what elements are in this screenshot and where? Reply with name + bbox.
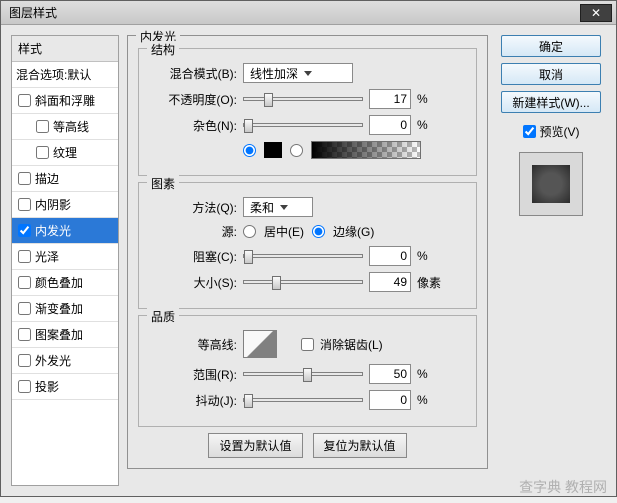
- style-label: 等高线: [53, 118, 89, 135]
- settings-panel: 内发光 结构 混合模式(B): 线性加深 不透明度(O): %: [127, 35, 488, 486]
- style-checkbox[interactable]: [18, 250, 31, 263]
- choke-slider[interactable]: [243, 254, 363, 258]
- chevron-down-icon: [304, 71, 312, 76]
- watermark: 查字典 教程网: [519, 477, 607, 497]
- gradient-swatch[interactable]: [311, 141, 421, 159]
- color-solid-radio[interactable]: [243, 144, 256, 157]
- jitter-input[interactable]: [369, 390, 411, 410]
- style-item-4[interactable]: 内阴影: [12, 192, 118, 218]
- color-swatch[interactable]: [264, 142, 282, 158]
- style-label: 内阴影: [35, 196, 71, 213]
- close-button[interactable]: ✕: [580, 4, 612, 22]
- ok-button[interactable]: 确定: [501, 35, 601, 57]
- group-quality: 品质 等高线: 消除锯齿(L) 范围(R): %: [138, 315, 477, 427]
- opacity-slider[interactable]: [243, 97, 363, 101]
- titlebar: 图层样式 ✕: [1, 1, 616, 25]
- color-gradient-radio[interactable]: [290, 144, 303, 157]
- style-item-8[interactable]: 渐变叠加: [12, 296, 118, 322]
- method-combo[interactable]: 柔和: [243, 197, 313, 217]
- group-structure: 结构 混合模式(B): 线性加深 不透明度(O): % 杂色(: [138, 48, 477, 176]
- source-edge-radio[interactable]: [312, 225, 325, 238]
- style-label: 光泽: [35, 248, 59, 265]
- noise-slider[interactable]: [243, 123, 363, 127]
- style-checkbox[interactable]: [18, 380, 31, 393]
- size-input[interactable]: [369, 272, 411, 292]
- style-item-1[interactable]: 等高线: [12, 114, 118, 140]
- style-checkbox[interactable]: [18, 94, 31, 107]
- style-label: 斜面和浮雕: [35, 92, 95, 109]
- style-item-6[interactable]: 光泽: [12, 244, 118, 270]
- jitter-slider[interactable]: [243, 398, 363, 402]
- new-style-button[interactable]: 新建样式(W)...: [501, 91, 601, 113]
- opacity-input[interactable]: [369, 89, 411, 109]
- blend-mode-label: 混合模式(B):: [149, 65, 237, 82]
- style-checkbox[interactable]: [18, 276, 31, 289]
- style-checkbox[interactable]: [18, 354, 31, 367]
- style-item-0[interactable]: 斜面和浮雕: [12, 88, 118, 114]
- layer-style-dialog: 图层样式 ✕ 样式 混合选项:默认 斜面和浮雕等高线纹理描边内阴影内发光光泽颜色…: [0, 0, 617, 497]
- contour-picker[interactable]: [243, 330, 277, 358]
- style-label: 颜色叠加: [35, 274, 83, 291]
- style-item-10[interactable]: 外发光: [12, 348, 118, 374]
- style-checkbox[interactable]: [18, 302, 31, 315]
- style-label: 纹理: [53, 144, 77, 161]
- range-slider[interactable]: [243, 372, 363, 376]
- style-label: 内发光: [35, 222, 71, 239]
- style-label: 描边: [35, 170, 59, 187]
- close-icon: ✕: [591, 6, 601, 20]
- style-checkbox[interactable]: [36, 120, 49, 133]
- group-elements: 图素 方法(Q): 柔和 源: 居中(E) 边缘(G): [138, 182, 477, 309]
- preview-checkbox[interactable]: [523, 125, 536, 138]
- style-item-5[interactable]: 内发光: [12, 218, 118, 244]
- style-checkbox[interactable]: [18, 198, 31, 211]
- style-label: 投影: [35, 378, 59, 395]
- dialog-title: 图层样式: [9, 4, 57, 21]
- style-item-9[interactable]: 图案叠加: [12, 322, 118, 348]
- chevron-down-icon: [280, 205, 288, 210]
- blend-options-item[interactable]: 混合选项:默认: [12, 62, 118, 88]
- range-input[interactable]: [369, 364, 411, 384]
- style-checkbox[interactable]: [36, 146, 49, 159]
- style-checkbox[interactable]: [18, 224, 31, 237]
- style-item-2[interactable]: 纹理: [12, 140, 118, 166]
- preview-swatch: [532, 165, 570, 203]
- cancel-button[interactable]: 取消: [501, 63, 601, 85]
- style-item-7[interactable]: 颜色叠加: [12, 270, 118, 296]
- antialias-checkbox[interactable]: [301, 338, 314, 351]
- style-label: 渐变叠加: [35, 300, 83, 317]
- size-slider[interactable]: [243, 280, 363, 284]
- right-buttons: 确定 取消 新建样式(W)... 预览(V): [496, 35, 606, 486]
- blend-mode-combo[interactable]: 线性加深: [243, 63, 353, 83]
- choke-input[interactable]: [369, 246, 411, 266]
- source-center-radio[interactable]: [243, 225, 256, 238]
- make-default-button[interactable]: 设置为默认值: [208, 433, 302, 458]
- noise-input[interactable]: [369, 115, 411, 135]
- style-label: 图案叠加: [35, 326, 83, 343]
- style-checkbox[interactable]: [18, 328, 31, 341]
- style-list-header: 样式: [12, 36, 118, 62]
- style-label: 外发光: [35, 352, 71, 369]
- reset-default-button[interactable]: 复位为默认值: [313, 433, 407, 458]
- style-checkbox[interactable]: [18, 172, 31, 185]
- style-item-11[interactable]: 投影: [12, 374, 118, 400]
- preview-box: [519, 152, 583, 216]
- style-list: 样式 混合选项:默认 斜面和浮雕等高线纹理描边内阴影内发光光泽颜色叠加渐变叠加图…: [11, 35, 119, 486]
- style-item-3[interactable]: 描边: [12, 166, 118, 192]
